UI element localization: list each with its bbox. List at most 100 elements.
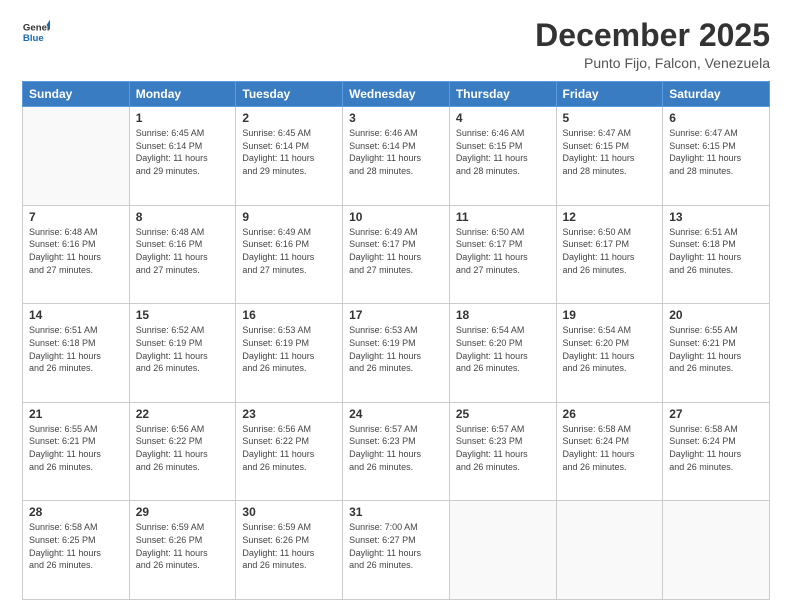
calendar-cell: 31 Sunrise: 7:00 AMSunset: 6:27 PMDayligh… — [343, 501, 450, 600]
cell-info: Sunrise: 6:54 AMSunset: 6:20 PMDaylight:… — [456, 324, 550, 374]
cell-info: Sunrise: 6:58 AMSunset: 6:25 PMDaylight:… — [29, 521, 123, 571]
col-header-tuesday: Tuesday — [236, 82, 343, 107]
day-number: 9 — [242, 210, 336, 224]
day-number: 20 — [669, 308, 763, 322]
location: Punto Fijo, Falcon, Venezuela — [535, 55, 770, 71]
cell-info: Sunrise: 6:51 AMSunset: 6:18 PMDaylight:… — [29, 324, 123, 374]
cell-info: Sunrise: 6:55 AMSunset: 6:21 PMDaylight:… — [29, 423, 123, 473]
cell-info: Sunrise: 6:53 AMSunset: 6:19 PMDaylight:… — [349, 324, 443, 374]
day-number: 10 — [349, 210, 443, 224]
calendar-cell: 22 Sunrise: 6:56 AMSunset: 6:22 PMDayligh… — [129, 402, 236, 501]
day-number: 6 — [669, 111, 763, 125]
cell-info: Sunrise: 6:59 AMSunset: 6:26 PMDaylight:… — [242, 521, 336, 571]
cell-info: Sunrise: 6:52 AMSunset: 6:19 PMDaylight:… — [136, 324, 230, 374]
cell-info: Sunrise: 6:57 AMSunset: 6:23 PMDaylight:… — [456, 423, 550, 473]
logo-icon: General Blue — [22, 18, 50, 46]
col-header-monday: Monday — [129, 82, 236, 107]
calendar-header-row: SundayMondayTuesdayWednesdayThursdayFrid… — [23, 82, 770, 107]
cell-info: Sunrise: 6:47 AMSunset: 6:15 PMDaylight:… — [563, 127, 657, 177]
col-header-saturday: Saturday — [663, 82, 770, 107]
cell-info: Sunrise: 6:54 AMSunset: 6:20 PMDaylight:… — [563, 324, 657, 374]
cell-info: Sunrise: 6:48 AMSunset: 6:16 PMDaylight:… — [136, 226, 230, 276]
calendar-cell: 18 Sunrise: 6:54 AMSunset: 6:20 PMDayligh… — [449, 304, 556, 403]
col-header-friday: Friday — [556, 82, 663, 107]
cell-info: Sunrise: 6:47 AMSunset: 6:15 PMDaylight:… — [669, 127, 763, 177]
day-number: 11 — [456, 210, 550, 224]
cell-info: Sunrise: 6:58 AMSunset: 6:24 PMDaylight:… — [669, 423, 763, 473]
calendar-cell: 5 Sunrise: 6:47 AMSunset: 6:15 PMDaylight… — [556, 107, 663, 206]
title-block: December 2025 Punto Fijo, Falcon, Venezu… — [535, 18, 770, 71]
day-number: 21 — [29, 407, 123, 421]
calendar-cell: 14Sunrise: 6:51 AMSunset: 6:18 PMDayligh… — [23, 304, 130, 403]
col-header-thursday: Thursday — [449, 82, 556, 107]
day-number: 27 — [669, 407, 763, 421]
cell-info: Sunrise: 6:45 AMSunset: 6:14 PMDaylight:… — [242, 127, 336, 177]
day-number: 8 — [136, 210, 230, 224]
calendar-cell: 20 Sunrise: 6:55 AMSunset: 6:21 PMDayligh… — [663, 304, 770, 403]
calendar-cell: 3Sunrise: 6:46 AMSunset: 6:14 PMDaylight… — [343, 107, 450, 206]
day-number: 25 — [456, 407, 550, 421]
logo: General Blue — [22, 18, 50, 46]
calendar-cell: 1Sunrise: 6:45 AMSunset: 6:14 PMDaylight… — [129, 107, 236, 206]
calendar-week-row: 7Sunrise: 6:48 AMSunset: 6:16 PMDaylight… — [23, 205, 770, 304]
cell-info: Sunrise: 6:48 AMSunset: 6:16 PMDaylight:… — [29, 226, 123, 276]
day-number: 23 — [242, 407, 336, 421]
calendar-cell: 19 Sunrise: 6:54 AMSunset: 6:20 PMDayligh… — [556, 304, 663, 403]
day-number: 22 — [136, 407, 230, 421]
cell-info: Sunrise: 6:55 AMSunset: 6:21 PMDaylight:… — [669, 324, 763, 374]
calendar-cell: 16Sunrise: 6:53 AMSunset: 6:19 PMDayligh… — [236, 304, 343, 403]
calendar-cell: 13 Sunrise: 6:51 AMSunset: 6:18 PMDayligh… — [663, 205, 770, 304]
day-number: 31 — [349, 505, 443, 519]
calendar-cell: 10 Sunrise: 6:49 AMSunset: 6:17 PMDayligh… — [343, 205, 450, 304]
calendar-cell: 9 Sunrise: 6:49 AMSunset: 6:16 PMDaylight… — [236, 205, 343, 304]
calendar-week-row: 14Sunrise: 6:51 AMSunset: 6:18 PMDayligh… — [23, 304, 770, 403]
day-number: 29 — [136, 505, 230, 519]
calendar-cell: 17 Sunrise: 6:53 AMSunset: 6:19 PMDayligh… — [343, 304, 450, 403]
cell-info: Sunrise: 6:56 AMSunset: 6:22 PMDaylight:… — [136, 423, 230, 473]
calendar-week-row: 28 Sunrise: 6:58 AMSunset: 6:25 PMDayligh… — [23, 501, 770, 600]
cell-info: Sunrise: 6:57 AMSunset: 6:23 PMDaylight:… — [349, 423, 443, 473]
day-number: 28 — [29, 505, 123, 519]
calendar-cell: 4Sunrise: 6:46 AMSunset: 6:15 PMDaylight… — [449, 107, 556, 206]
calendar-cell: 12Sunrise: 6:50 AMSunset: 6:17 PMDayligh… — [556, 205, 663, 304]
col-header-sunday: Sunday — [23, 82, 130, 107]
calendar-cell — [556, 501, 663, 600]
calendar-table: SundayMondayTuesdayWednesdayThursdayFrid… — [22, 81, 770, 600]
calendar-cell: 2 Sunrise: 6:45 AMSunset: 6:14 PMDaylight… — [236, 107, 343, 206]
calendar-week-row: 1 Sunrise: 6:45 AMSunset: 6:14 PMDaylight… — [23, 107, 770, 206]
day-number: 24 — [349, 407, 443, 421]
cell-info: Sunrise: 6:46 AMSunset: 6:15 PMDaylight:… — [456, 127, 550, 177]
calendar-cell: 26Sunrise: 6:58 AMSunset: 6:24 PMDayligh… — [556, 402, 663, 501]
day-number: 17 — [349, 308, 443, 322]
cell-info: Sunrise: 6:50 AMSunset: 6:17 PMDaylight:… — [456, 226, 550, 276]
cell-info: Sunrise: 6:49 AMSunset: 6:17 PMDaylight:… — [349, 226, 443, 276]
day-number: 1 — [136, 111, 230, 125]
calendar-cell: 30 Sunrise: 6:59 AMSunset: 6:26 PMDayligh… — [236, 501, 343, 600]
svg-text:General: General — [23, 22, 50, 33]
cell-info: Sunrise: 6:49 AMSunset: 6:16 PMDaylight:… — [242, 226, 336, 276]
cell-info: Sunrise: 6:50 AMSunset: 6:17 PMDaylight:… — [563, 226, 657, 276]
cell-info: Sunrise: 6:51 AMSunset: 6:18 PMDaylight:… — [669, 226, 763, 276]
calendar-cell: 6 Sunrise: 6:47 AMSunset: 6:15 PMDaylight… — [663, 107, 770, 206]
day-number: 2 — [242, 111, 336, 125]
calendar-cell: 7Sunrise: 6:48 AMSunset: 6:16 PMDaylight… — [23, 205, 130, 304]
calendar-cell: 28 Sunrise: 6:58 AMSunset: 6:25 PMDayligh… — [23, 501, 130, 600]
day-number: 15 — [136, 308, 230, 322]
cell-info: Sunrise: 7:00 AMSunset: 6:27 PMDaylight:… — [349, 521, 443, 571]
calendar-cell: 8 Sunrise: 6:48 AMSunset: 6:16 PMDaylight… — [129, 205, 236, 304]
calendar-cell — [663, 501, 770, 600]
day-number: 16 — [242, 308, 336, 322]
calendar-cell: 15 Sunrise: 6:52 AMSunset: 6:19 PMDayligh… — [129, 304, 236, 403]
page: General Blue December 2025 Punto Fijo, F… — [0, 0, 792, 612]
calendar-cell: 11 Sunrise: 6:50 AMSunset: 6:17 PMDayligh… — [449, 205, 556, 304]
calendar-cell: 25 Sunrise: 6:57 AMSunset: 6:23 PMDayligh… — [449, 402, 556, 501]
day-number: 18 — [456, 308, 550, 322]
cell-info: Sunrise: 6:59 AMSunset: 6:26 PMDaylight:… — [136, 521, 230, 571]
calendar-cell: 23Sunrise: 6:56 AMSunset: 6:22 PMDayligh… — [236, 402, 343, 501]
month-title: December 2025 — [535, 18, 770, 53]
col-header-wednesday: Wednesday — [343, 82, 450, 107]
day-number: 19 — [563, 308, 657, 322]
day-number: 5 — [563, 111, 657, 125]
day-number: 13 — [669, 210, 763, 224]
day-number: 30 — [242, 505, 336, 519]
